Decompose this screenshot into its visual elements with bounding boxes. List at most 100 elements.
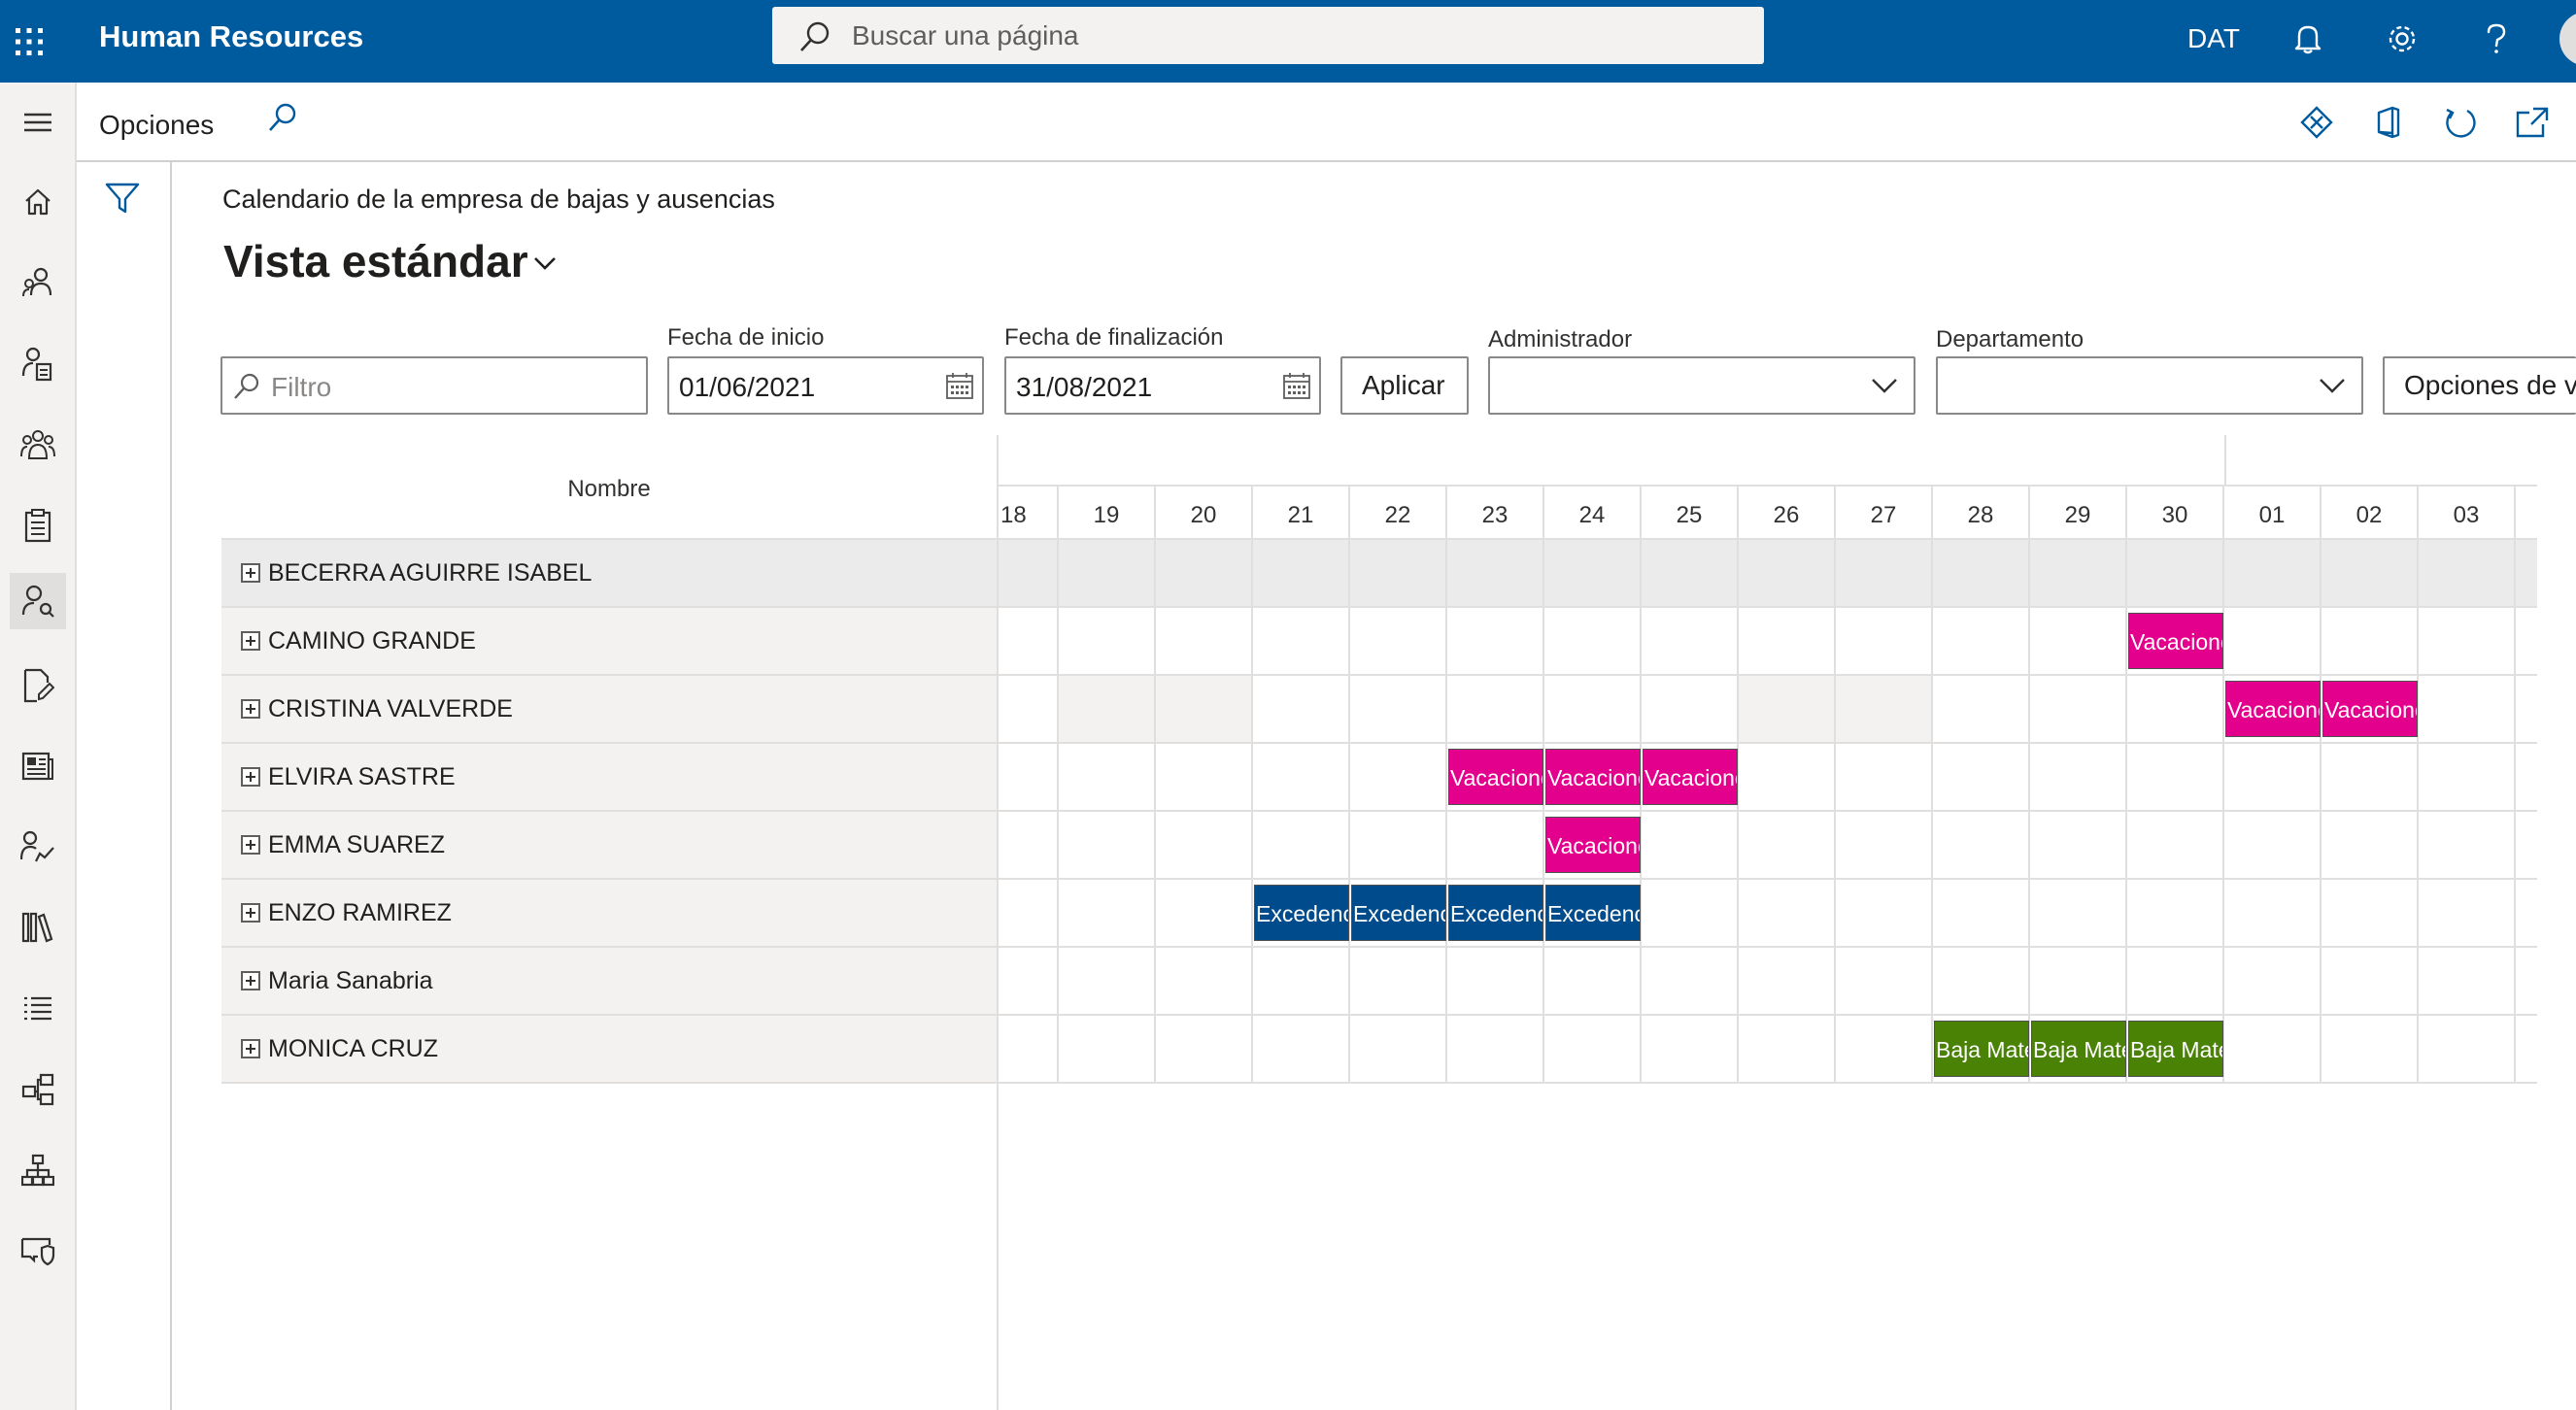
- company-picker[interactable]: DAT: [2187, 0, 2240, 78]
- filter-icon[interactable]: [105, 182, 140, 215]
- day-cells[interactable]: VacacionesVacacionesVacaciones: [999, 744, 2537, 810]
- home-icon[interactable]: [10, 174, 66, 230]
- day-cells[interactable]: [999, 948, 2537, 1014]
- list-icon[interactable]: [10, 980, 66, 1036]
- filter-field[interactable]: [220, 356, 648, 415]
- absence-event[interactable]: Vacaciones: [2225, 681, 2321, 737]
- open-new-icon[interactable]: [2510, 100, 2555, 145]
- day-gridline: [2125, 880, 2127, 946]
- absence-event[interactable]: Excedencia: [1545, 885, 1641, 941]
- view-options-button[interactable]: Opciones de v: [2383, 356, 2576, 415]
- day-cells[interactable]: ExcedenciaExcedenciaExcedenciaExcedencia: [999, 880, 2537, 946]
- absence-event[interactable]: Baja Maternidad: [2031, 1021, 2126, 1077]
- day-header: 18: [999, 487, 1059, 538]
- table-row[interactable]: BECERRA AGUIRRE ISABEL: [221, 540, 2537, 608]
- search-input[interactable]: [850, 7, 1724, 64]
- hamburger-icon[interactable]: [10, 94, 66, 151]
- start-date-input[interactable]: [669, 358, 982, 413]
- team-icon[interactable]: [10, 417, 66, 473]
- start-date-field[interactable]: [667, 356, 984, 415]
- day-cells[interactable]: Vacaciones: [999, 812, 2537, 878]
- expand-icon[interactable]: [241, 971, 260, 990]
- employee-name[interactable]: Maria Sanabria: [268, 967, 433, 995]
- employee-name[interactable]: ENZO RAMIREZ: [268, 899, 452, 927]
- clipboard-icon[interactable]: [10, 497, 66, 554]
- manager-input[interactable]: [1490, 358, 1914, 413]
- name-column-header[interactable]: Nombre: [221, 435, 997, 540]
- people-icon[interactable]: [10, 254, 66, 311]
- end-date-field[interactable]: [1004, 356, 1321, 415]
- chevron-down-icon[interactable]: [532, 254, 558, 272]
- table-row[interactable]: EMMA SUAREZ Vacaciones: [221, 812, 2537, 880]
- library-icon[interactable]: [10, 899, 66, 956]
- refresh-icon[interactable]: [2438, 100, 2483, 145]
- avatar[interactable]: [2559, 12, 2576, 66]
- employee-name[interactable]: MONICA CRUZ: [268, 1035, 438, 1063]
- help-icon[interactable]: [2475, 17, 2518, 60]
- shield-message-icon[interactable]: [10, 1223, 66, 1279]
- absence-event[interactable]: Vacaciones: [1448, 749, 1543, 805]
- bell-icon[interactable]: [2287, 17, 2329, 60]
- table-row[interactable]: CAMINO GRANDE Vacaciones: [221, 608, 2537, 676]
- absence-event[interactable]: Vacaciones: [1643, 749, 1738, 805]
- workflow-icon[interactable]: [10, 1061, 66, 1118]
- person-document-icon[interactable]: [10, 336, 66, 392]
- absence-event[interactable]: Vacaciones: [2322, 681, 2418, 737]
- chevron-down-icon[interactable]: [2319, 376, 2346, 395]
- absence-event[interactable]: Excedencia: [1448, 885, 1543, 941]
- expand-icon[interactable]: [241, 631, 260, 651]
- filter-input[interactable]: [222, 358, 646, 413]
- absence-event[interactable]: Baja Maternidad: [1934, 1021, 2029, 1077]
- find-icon[interactable]: [266, 101, 299, 134]
- employee-name[interactable]: ELVIRA SASTRE: [268, 763, 456, 791]
- global-search[interactable]: [772, 7, 1764, 64]
- org-chart-icon[interactable]: [10, 1142, 66, 1198]
- table-row[interactable]: CRISTINA VALVERDE VacacionesVacaciones: [221, 676, 2537, 744]
- day-cells[interactable]: Baja MaternidadBaja MaternidadBaja Mater…: [999, 1016, 2537, 1082]
- absence-event[interactable]: Excedencia: [1351, 885, 1446, 941]
- department-input[interactable]: [1938, 358, 2361, 413]
- table-row[interactable]: Maria Sanabria: [221, 948, 2537, 1016]
- waffle-icon[interactable]: [0, 0, 58, 83]
- expand-icon[interactable]: [241, 903, 260, 923]
- expand-icon[interactable]: [241, 699, 260, 719]
- employee-name[interactable]: CRISTINA VALVERDE: [268, 695, 513, 723]
- expand-icon[interactable]: [241, 563, 260, 583]
- weekend-cell: [1739, 676, 1836, 742]
- apply-button[interactable]: Aplicar: [1340, 356, 1469, 415]
- table-row[interactable]: ENZO RAMIREZExcedenciaExcedenciaExcedenc…: [221, 880, 2537, 948]
- employee-name[interactable]: CAMINO GRANDE: [268, 627, 476, 655]
- diamond-icon[interactable]: [2294, 100, 2339, 145]
- end-date-input[interactable]: [1006, 358, 1319, 413]
- absence-event[interactable]: Excedencia: [1254, 885, 1349, 941]
- person-chart-icon[interactable]: [10, 819, 66, 875]
- app-title[interactable]: Human Resources: [99, 0, 363, 73]
- table-row[interactable]: ELVIRA SASTREVacacionesVacacionesVacacio…: [221, 744, 2537, 812]
- table-row[interactable]: MONICA CRUZBaja MaternidadBaja Maternida…: [221, 1016, 2537, 1084]
- document-edit-icon[interactable]: [10, 657, 66, 714]
- person-settings-icon[interactable]: [10, 573, 66, 629]
- day-cells[interactable]: [999, 540, 2537, 606]
- news-icon[interactable]: [10, 738, 66, 794]
- employee-name[interactable]: BECERRA AGUIRRE ISABEL: [268, 559, 592, 588]
- expand-icon[interactable]: [241, 835, 260, 855]
- employee-name[interactable]: EMMA SUAREZ: [268, 831, 445, 859]
- absence-event[interactable]: Vacaciones: [1545, 749, 1641, 805]
- chevron-down-icon[interactable]: [1871, 376, 1898, 395]
- view-selector[interactable]: Vista estándar: [223, 235, 528, 287]
- absence-event[interactable]: Baja Maternidad: [2128, 1021, 2223, 1077]
- calendar-icon[interactable]: [945, 372, 974, 401]
- office-icon[interactable]: [2366, 100, 2411, 145]
- calendar-icon[interactable]: [1282, 372, 1311, 401]
- day-cells[interactable]: Vacaciones: [999, 608, 2537, 674]
- absence-event[interactable]: Vacaciones: [1545, 817, 1641, 873]
- absence-event[interactable]: Vacaciones: [2128, 613, 2223, 669]
- day-cells[interactable]: VacacionesVacaciones: [999, 676, 2537, 742]
- day-gridline: [1251, 880, 1253, 946]
- expand-icon[interactable]: [241, 767, 260, 787]
- manager-select[interactable]: [1488, 356, 1915, 415]
- department-select[interactable]: [1936, 356, 2363, 415]
- expand-icon[interactable]: [241, 1039, 260, 1058]
- options-tab[interactable]: Opciones: [99, 83, 214, 162]
- gear-icon[interactable]: [2381, 17, 2423, 60]
